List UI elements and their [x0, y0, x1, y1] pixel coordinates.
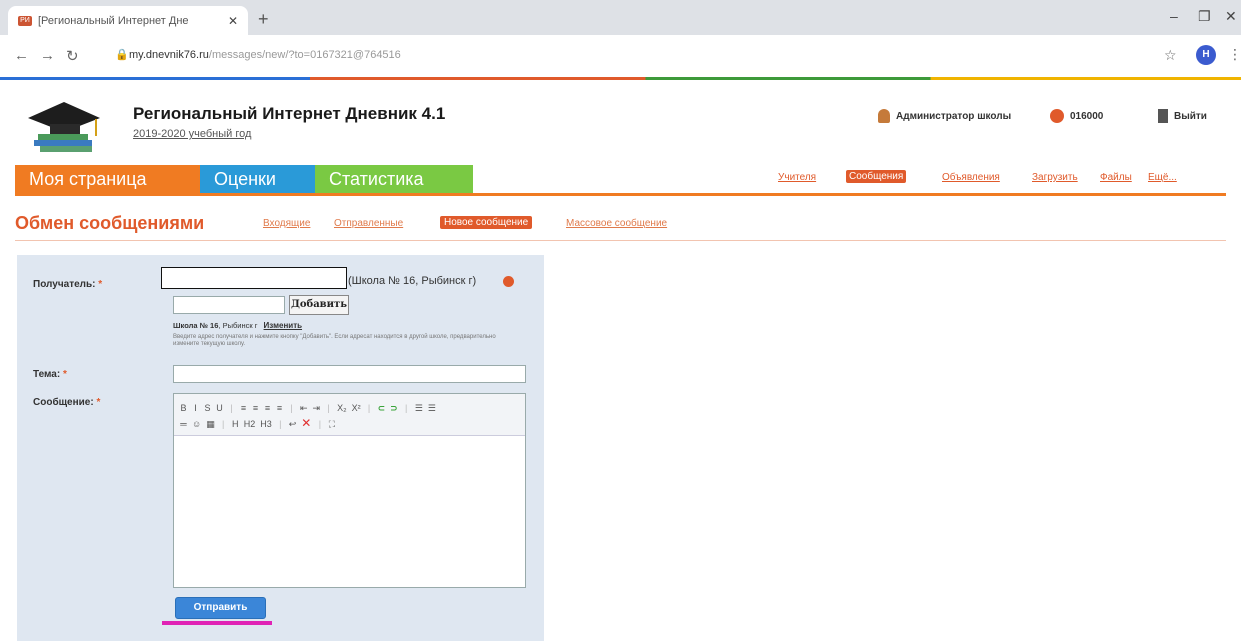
add-recipient-button[interactable]: Добавить — [289, 295, 349, 315]
topic-label: Тема: * — [33, 369, 67, 380]
toolbar-separator: | — [405, 403, 408, 413]
bookmark-star-icon[interactable]: ☆ — [1164, 47, 1177, 64]
editor-toolbar-button[interactable]: ⛶ — [328, 419, 335, 430]
editor-toolbar-button[interactable]: ≡ — [264, 403, 271, 414]
editor-toolbar-button[interactable]: ☰ — [428, 403, 436, 414]
message-label: Сообщение: * — [33, 397, 101, 408]
nav-link-more[interactable]: Ещё... — [1148, 172, 1177, 183]
editor-toolbar-button[interactable]: S — [204, 403, 211, 414]
editor-toolbar-button[interactable]: ≡ — [240, 403, 247, 414]
tab-underline — [15, 193, 1226, 196]
editor-toolbar-button[interactable]: H — [232, 419, 239, 430]
browser-tab-bar: РИ [Региональный Интернет Дне ✕ + – ❐ ✕ — [0, 0, 1241, 35]
send-button[interactable]: Отправить — [175, 597, 266, 619]
topic-input[interactable] — [173, 365, 526, 383]
message-editor[interactable]: B I S U | ≡ ≡ ≡ ≡ | ⇤ ⇥ | X₂ X² | ⊂ ⊃ | ☰ ☰ ═ ☺ ▦ | H H2 H3 | ↩ ✕ | ⛶ — [173, 393, 526, 588]
reload-icon[interactable]: ↻ — [66, 47, 79, 65]
maximize-icon[interactable]: ❐ — [1198, 8, 1211, 25]
sublink-mass-message[interactable]: Массовое сообщение — [566, 218, 667, 229]
school-code[interactable]: 016000 — [1050, 109, 1103, 123]
remove-recipient-icon[interactable] — [503, 276, 514, 287]
current-school: Школа № 16, Рыбинск г Изменить — [173, 321, 303, 330]
site-title: Региональный Интернет Дневник 4.1 — [133, 104, 446, 123]
recipient-label: Получатель: * — [33, 279, 103, 290]
editor-toolbar: B I S U | ≡ ≡ ≡ ≡ | ⇤ ⇥ | X₂ X² | ⊂ ⊃ | ☰ ☰ ═ ☺ ▦ | H H2 H3 | ↩ ✕ | ⛶ — [174, 394, 525, 436]
browser-toolbar: ← → ↻ 🔒 my.dnevnik76.ru/messages/new/?to… — [0, 35, 1241, 79]
nav-link-upload[interactable]: Загрузить — [1032, 172, 1078, 183]
editor-toolbar-button[interactable]: ↩ — [289, 419, 297, 430]
school-year-link[interactable]: 2019-2020 учебный год — [133, 128, 251, 140]
editor-toolbar-button[interactable]: X² — [352, 403, 361, 414]
editor-toolbar-button[interactable]: I — [192, 403, 199, 414]
toolbar-separator: | — [318, 419, 322, 429]
editor-toolbar-button[interactable]: ≡ — [276, 403, 283, 414]
editor-toolbar-row-2: ═ ☺ ▦ | H H2 H3 | ↩ ✕ | ⛶ — [180, 417, 335, 430]
toolbar-separator: | — [290, 403, 293, 413]
nav-link-announcements[interactable]: Объявления — [942, 172, 1000, 183]
new-tab-icon[interactable]: + — [258, 9, 269, 30]
sublink-sent[interactable]: Отправленные — [334, 218, 403, 229]
sublink-new-message[interactable]: Новое сообщение — [440, 216, 533, 229]
editor-toolbar-button[interactable]: U — [216, 403, 223, 414]
school-code-label: 016000 — [1070, 110, 1104, 122]
editor-toolbar-button[interactable]: X₂ — [337, 403, 347, 414]
browser-tab[interactable]: РИ [Региональный Интернет Дне ✕ — [8, 6, 248, 35]
editor-toolbar-button[interactable]: ⊂ — [378, 403, 386, 414]
recipient-field[interactable] — [161, 267, 347, 289]
graduation-cap-logo — [28, 102, 100, 152]
address-bar[interactable]: 🔒 my.dnevnik76.ru/messages/new/?to=01673… — [115, 41, 1165, 71]
editor-toolbar-button[interactable]: H3 — [260, 419, 272, 430]
recipient-input[interactable] — [173, 296, 285, 314]
editor-toolbar-button[interactable]: ≡ — [252, 403, 259, 414]
tab-title: [Региональный Интернет Дне — [38, 14, 189, 27]
user-role[interactable]: Администратор школы — [878, 109, 1011, 123]
toolbar-separator: | — [230, 403, 233, 413]
editor-toolbar-button[interactable]: ⊃ — [390, 403, 398, 414]
editor-toolbar-row-1: B I S U | ≡ ≡ ≡ ≡ | ⇤ ⇥ | X₂ X² | ⊂ ⊃ | ☰ ☰ — [180, 403, 436, 414]
school-icon — [1050, 109, 1064, 123]
nav-link-teachers[interactable]: Учителя — [778, 172, 816, 183]
editor-toolbar-button[interactable]: ☺ — [192, 419, 201, 430]
logout-button[interactable]: Выйти — [1158, 109, 1207, 123]
recipient-school: (Школа № 16, Рыбинск г) — [348, 275, 477, 287]
editor-toolbar-button[interactable]: H2 — [244, 419, 256, 430]
editor-toolbar-button[interactable]: ☰ — [415, 403, 423, 414]
editor-toolbar-button[interactable]: ═ — [180, 419, 187, 430]
editor-toolbar-button[interactable]: B — [180, 403, 187, 414]
logout-label: Выйти — [1174, 110, 1207, 122]
editor-toolbar-button[interactable]: ⇤ — [300, 403, 308, 414]
profile-avatar[interactable]: Н — [1196, 45, 1216, 65]
tab-my-page[interactable]: Моя страница — [15, 165, 200, 193]
highlight-underline — [162, 621, 272, 625]
forward-icon[interactable]: → — [40, 47, 55, 64]
door-icon — [1158, 109, 1168, 123]
user-role-label: Администратор школы — [896, 110, 1012, 122]
url-text: my.dnevnik76.ru/messages/new/?to=0167321… — [129, 49, 401, 61]
page-title: Обмен сообщениями — [15, 213, 205, 233]
favicon-icon: РИ — [18, 15, 32, 26]
lock-icon: 🔒 — [115, 49, 129, 61]
sublink-inbox[interactable]: Входящие — [263, 218, 310, 229]
tab-statistics[interactable]: Статистика — [315, 165, 473, 193]
tab-close-icon[interactable]: ✕ — [228, 14, 238, 28]
back-icon[interactable]: ← — [14, 47, 29, 64]
nav-link-files[interactable]: Файлы — [1100, 172, 1132, 183]
toolbar-separator: | — [327, 403, 330, 413]
editor-toolbar-button[interactable]: ✕ — [301, 417, 311, 430]
user-icon — [878, 109, 890, 123]
change-school-link[interactable]: Изменить — [264, 321, 302, 330]
minimize-icon[interactable]: – — [1170, 8, 1178, 24]
tab-grades[interactable]: Оценки — [200, 165, 315, 193]
editor-toolbar-button[interactable]: ▦ — [206, 419, 215, 430]
color-stripe — [0, 77, 1241, 80]
nav-link-messages[interactable]: Сообщения — [846, 170, 907, 183]
menu-kebab-icon[interactable]: ⋮ — [1228, 46, 1241, 63]
recipient-hint: Введите адрес получателя и нажмите кнопк… — [173, 334, 496, 347]
toolbar-separator: | — [367, 403, 371, 413]
toolbar-separator: | — [279, 419, 282, 429]
toolbar-separator: | — [222, 419, 225, 429]
section-divider — [15, 240, 1226, 241]
editor-toolbar-button[interactable]: ⇥ — [313, 403, 321, 414]
window-close-icon[interactable]: ✕ — [1225, 8, 1237, 25]
